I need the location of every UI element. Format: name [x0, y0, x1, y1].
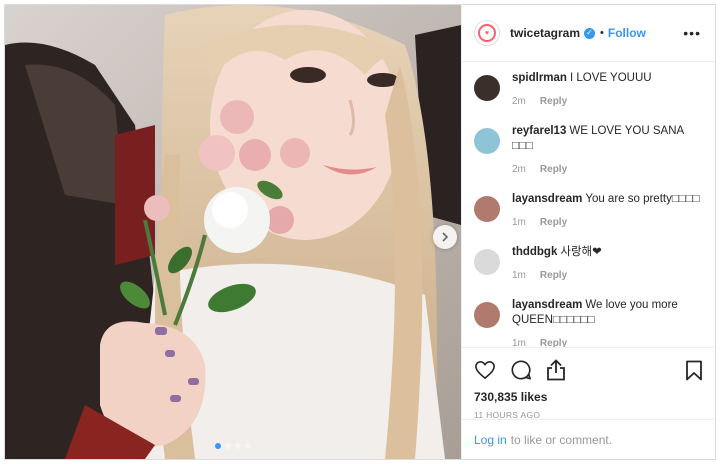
reply-button[interactable]: Reply	[540, 217, 567, 228]
comment-item: layansdream We love you more QUEEN□□□□□□ …	[462, 298, 715, 347]
comment-item: layansdream You are so pretty□□□□ 1m Reply	[462, 192, 715, 228]
comment-meta: 2m Reply	[512, 164, 702, 175]
author-avatar[interactable]: ♥	[474, 20, 500, 46]
separator-dot: •	[600, 27, 604, 39]
share-button[interactable]	[546, 359, 566, 381]
comment-body: spidlrman I LOVE YOUUU 2m Reply	[512, 71, 702, 107]
like-count[interactable]: 730,835 likes	[474, 390, 703, 404]
commenter-avatar[interactable]	[474, 196, 500, 222]
next-photo-button[interactable]	[433, 225, 457, 249]
carousel-dot	[235, 443, 241, 449]
comment-meta: 1m Reply	[512, 270, 702, 281]
post-frame: ♥ twicetagram ✓ • Follow ••• spidlrman I …	[4, 4, 716, 460]
comment-item: spidlrman I LOVE YOUUU 2m Reply	[462, 71, 715, 107]
comment-text-line: thddbgk 사랑해❤	[512, 245, 702, 260]
post-header: ♥ twicetagram ✓ • Follow •••	[462, 5, 715, 62]
comments-list[interactable]: spidlrman I LOVE YOUUU 2m Reply reyfarel13…	[462, 62, 715, 347]
comment-body: layansdream We love you more QUEEN□□□□□□ …	[512, 298, 702, 347]
commenter-avatar[interactable]	[474, 302, 500, 328]
photo-image	[5, 5, 461, 459]
post-actions: 730,835 likes 11 HOURS AGO	[462, 347, 715, 420]
verified-badge-icon: ✓	[584, 27, 596, 39]
comment-time: 1m	[512, 270, 526, 281]
bookmark-icon	[686, 360, 702, 380]
comment-text: You are so pretty□□□□	[585, 193, 700, 205]
author-username[interactable]: twicetagram	[510, 26, 580, 40]
comment-body: reyfarel13 WE LOVE YOU SANA □□□ 2m Reply	[512, 124, 702, 175]
carousel-dots	[5, 443, 461, 449]
like-button[interactable]	[474, 360, 496, 380]
login-prompt: Log in to like or comment.	[462, 419, 715, 459]
commenter-avatar[interactable]	[474, 75, 500, 101]
comment-body: thddbgk 사랑해❤ 1m Reply	[512, 245, 702, 281]
post-side-panel: ♥ twicetagram ✓ • Follow ••• spidlrman I …	[461, 5, 715, 459]
comment-text-line: spidlrman I LOVE YOUUU	[512, 71, 702, 86]
comment-text: 사랑해❤	[560, 246, 602, 258]
chevron-right-icon	[442, 232, 449, 242]
follow-button[interactable]: Follow	[608, 26, 646, 40]
comment-text-line: layansdream You are so pretty□□□□	[512, 192, 702, 207]
reply-button[interactable]: Reply	[540, 164, 567, 175]
commenter-avatar[interactable]	[474, 128, 500, 154]
comment-time: 1m	[512, 338, 526, 347]
login-link[interactable]: Log in	[474, 433, 507, 447]
commenter-avatar[interactable]	[474, 249, 500, 275]
comment-username[interactable]: layansdream	[512, 193, 582, 205]
comment-username[interactable]: reyfarel13	[512, 125, 566, 137]
comment-button[interactable]	[510, 359, 532, 381]
comment-username[interactable]: spidlrman	[512, 72, 567, 84]
share-icon	[547, 359, 565, 381]
comment-text-line: reyfarel13 WE LOVE YOU SANA □□□	[512, 124, 702, 154]
carousel-dot-active	[215, 443, 221, 449]
speech-bubble-icon	[511, 360, 531, 380]
reply-button[interactable]: Reply	[540, 96, 567, 107]
comment-username[interactable]: layansdream	[512, 299, 582, 311]
save-button[interactable]	[685, 360, 703, 381]
carousel-dot	[225, 443, 231, 449]
login-suffix: to like or comment.	[510, 432, 613, 447]
comment-item: reyfarel13 WE LOVE YOU SANA □□□ 2m Reply	[462, 124, 715, 175]
reply-button[interactable]: Reply	[540, 270, 567, 281]
comment-text-line: layansdream We love you more QUEEN□□□□□□	[512, 298, 702, 328]
comment-username[interactable]: thddbgk	[512, 246, 557, 258]
comment-meta: 2m Reply	[512, 96, 702, 107]
comment-time: 1m	[512, 217, 526, 228]
more-options-icon[interactable]: •••	[683, 25, 701, 41]
action-icons	[474, 358, 703, 382]
comment-item: thddbgk 사랑해❤ 1m Reply	[462, 245, 715, 281]
heart-icon	[475, 360, 495, 380]
reply-button[interactable]: Reply	[540, 338, 567, 347]
comment-text: I LOVE YOUUU	[569, 72, 652, 84]
comment-time: 2m	[512, 96, 526, 107]
post-photo[interactable]	[5, 5, 461, 459]
comment-meta: 1m Reply	[512, 217, 702, 228]
carousel-dot	[245, 443, 251, 449]
twice-logo-icon: ♥	[478, 24, 496, 42]
comment-body: layansdream You are so pretty□□□□ 1m Reply	[512, 192, 702, 228]
comment-time: 2m	[512, 164, 526, 175]
comment-meta: 1m Reply	[512, 338, 702, 347]
